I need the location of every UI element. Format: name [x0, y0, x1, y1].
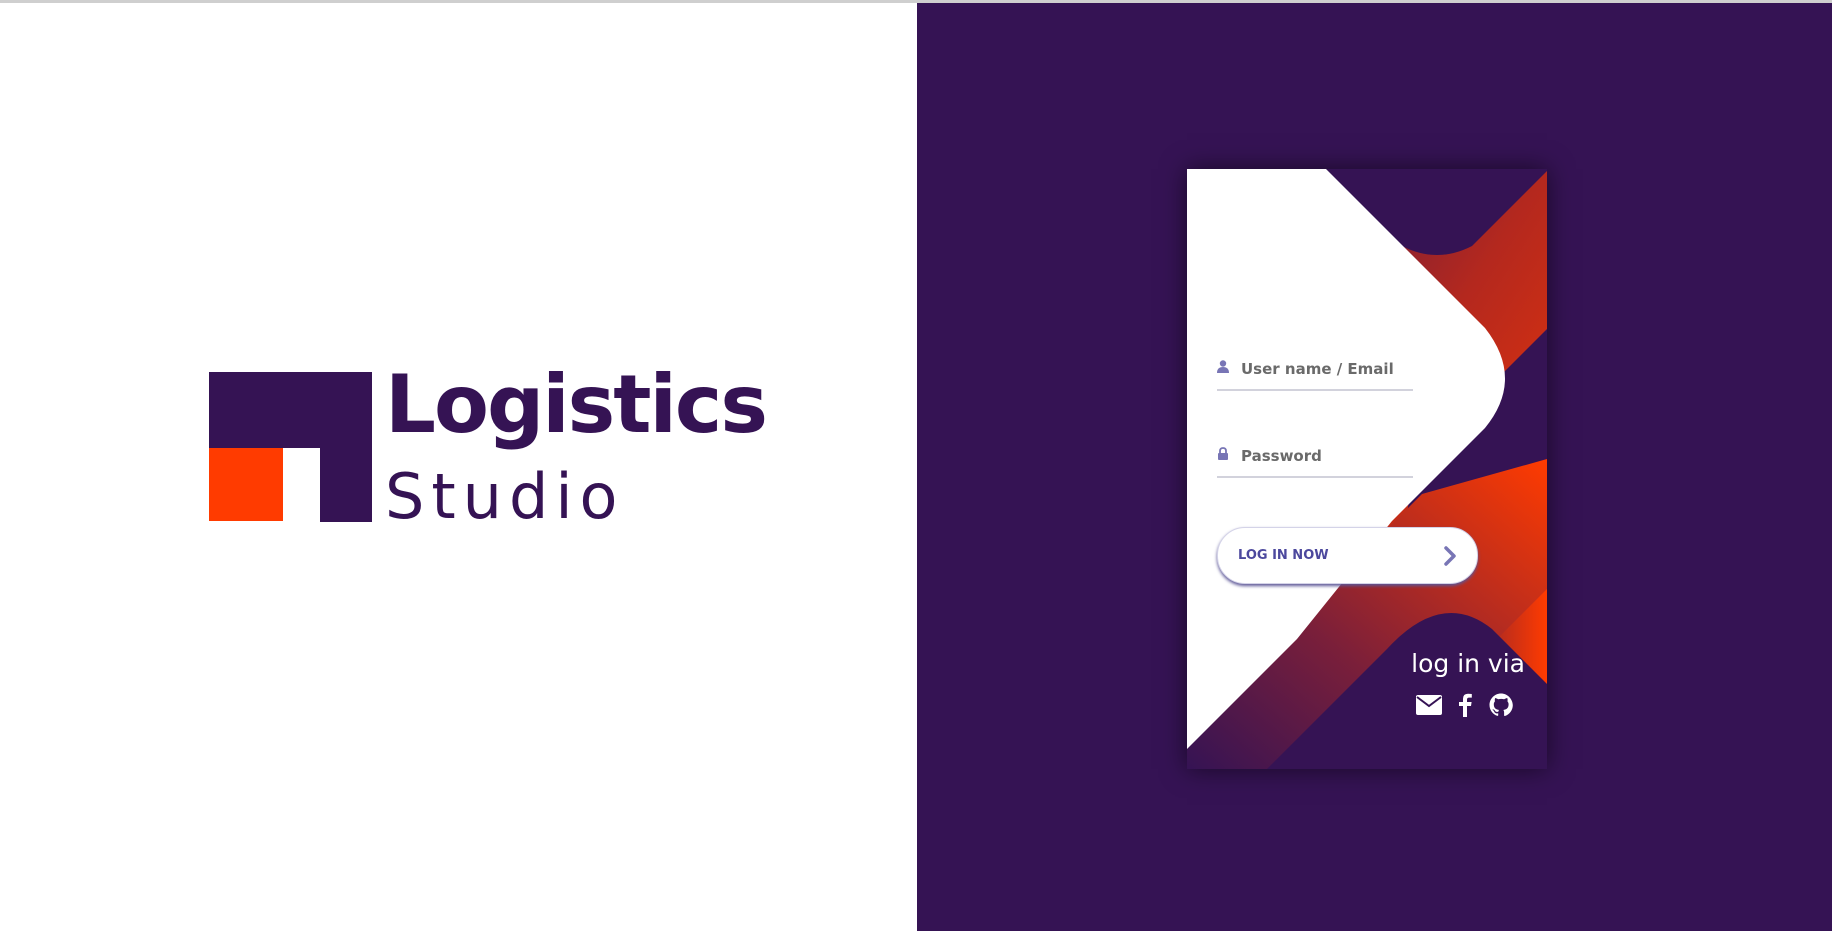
- social-login: log in via: [1395, 649, 1525, 718]
- logo-title: Logistics: [385, 358, 768, 451]
- envelope-icon[interactable]: [1416, 692, 1442, 718]
- login-button[interactable]: LOG IN NOW: [1217, 527, 1478, 584]
- github-icon[interactable]: [1488, 692, 1514, 718]
- social-icons: [1395, 692, 1525, 718]
- logo: Logistics Studio: [209, 358, 768, 533]
- password-field: [1217, 436, 1413, 478]
- user-icon: [1217, 356, 1237, 376]
- logo-mark-icon: [209, 372, 372, 522]
- brand-panel: Logistics Studio: [0, 3, 917, 931]
- login-card: LOG IN NOW log in via: [1187, 169, 1547, 769]
- username-field: [1217, 349, 1413, 391]
- facebook-icon[interactable]: [1452, 692, 1478, 718]
- chevron-right-icon: [1444, 545, 1456, 566]
- logo-subtitle: Studio: [385, 460, 625, 533]
- lock-icon: [1217, 443, 1237, 463]
- password-input[interactable]: [1237, 447, 1409, 465]
- social-login-title: log in via: [1411, 649, 1525, 678]
- username-input[interactable]: [1237, 360, 1409, 378]
- login-button-label: LOG IN NOW: [1238, 548, 1329, 563]
